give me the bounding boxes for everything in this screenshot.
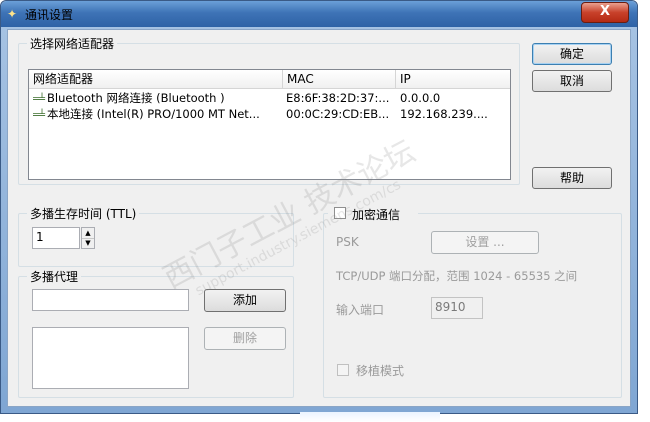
ttl-spinner[interactable]: ▲ ▼ — [81, 227, 95, 249]
help-button[interactable]: 帮助 — [532, 167, 612, 189]
network-adapter-icon: ═╧ — [33, 110, 46, 121]
proxy-list[interactable] — [32, 327, 189, 389]
network-adapter-icon: ═╧ — [33, 94, 46, 105]
ok-button[interactable]: 确定 — [532, 43, 612, 65]
app-icon: ✦ — [7, 7, 18, 21]
ttl-input[interactable]: 1 — [32, 227, 80, 249]
port-range-hint: TCP/UDP 端口分配，范围 1024 - 65535 之间 — [336, 269, 578, 283]
adapter-name: Bluetooth 网络连接 (Bluetooth ) — [47, 91, 225, 105]
port-input[interactable]: 8910 — [431, 297, 483, 319]
encryption-group: 加密通信 PSK 设置 ... TCP/UDP 端口分配，范围 1024 - 6… — [323, 205, 622, 398]
adapter-group: 选择网络适配器 网络适配器 MAC IP ═╧ Bluetooth 网络连接 (B… — [18, 35, 520, 185]
proxy-group-label: 多播代理 — [27, 268, 82, 285]
encrypt-checkbox[interactable] — [334, 207, 346, 219]
proxy-group: 多播代理 添加 删除 — [18, 268, 294, 398]
delete-button[interactable]: 删除 — [204, 327, 286, 350]
adapter-list-header: 网络适配器 MAC IP — [29, 70, 510, 89]
dialog-window: ✦ 通讯设置 X 选择网络适配器 网络适配器 MAC IP ═╧ Bluetoot… — [0, 0, 638, 414]
adapter-mac: 00:0C:29:CD:EB... — [286, 107, 390, 121]
dialog-client-area: 选择网络适配器 网络适配器 MAC IP ═╧ Bluetooth 网络连接 (B… — [7, 29, 631, 407]
close-button[interactable]: X — [581, 2, 629, 23]
add-button[interactable]: 添加 — [204, 289, 286, 312]
column-header-ip[interactable]: IP — [396, 70, 510, 88]
port-label: 输入端口 — [336, 303, 385, 317]
column-header-adapter[interactable]: 网络适配器 — [29, 70, 283, 88]
portable-mode-label: 移植模式 — [356, 364, 405, 378]
spin-down-icon[interactable]: ▼ — [82, 238, 94, 248]
adapter-list[interactable]: 网络适配器 MAC IP ═╧ Bluetooth 网络连接 (Bluetooth… — [28, 69, 511, 180]
ttl-group-label: 多播生存时间 (TTL) — [27, 205, 140, 222]
background-glow — [300, 412, 440, 422]
adapter-mac: E8:6F:38:2D:37:... — [286, 91, 390, 105]
adapter-ip: 0.0.0.0 — [400, 91, 441, 105]
list-item[interactable]: ═╧ 本地连接 (Intel(R) PRO/1000 MT Net... 00:0… — [29, 107, 510, 122]
cancel-button[interactable]: 取消 — [532, 70, 612, 92]
ttl-group: 多播生存时间 (TTL) 1 ▲ ▼ — [18, 205, 294, 267]
settings-button[interactable]: 设置 ... — [431, 231, 539, 254]
proxy-address-input[interactable] — [32, 289, 189, 311]
portable-mode-checkbox[interactable] — [337, 364, 349, 376]
column-header-mac[interactable]: MAC — [283, 70, 396, 88]
encrypt-toggle[interactable]: 加密通信 — [328, 205, 418, 223]
title-bar[interactable]: ✦ 通讯设置 X — [1, 1, 637, 27]
adapter-group-label: 选择网络适配器 — [27, 35, 118, 52]
encrypt-checkbox-label: 加密通信 — [352, 208, 401, 222]
adapter-name: 本地连接 (Intel(R) PRO/1000 MT Net... — [47, 107, 260, 121]
psk-label: PSK — [336, 235, 359, 249]
window-title: 通讯设置 — [25, 8, 74, 22]
adapter-ip: 192.168.239.... — [400, 107, 488, 121]
list-item[interactable]: ═╧ Bluetooth 网络连接 (Bluetooth ) E8:6F:38:2… — [29, 91, 510, 106]
